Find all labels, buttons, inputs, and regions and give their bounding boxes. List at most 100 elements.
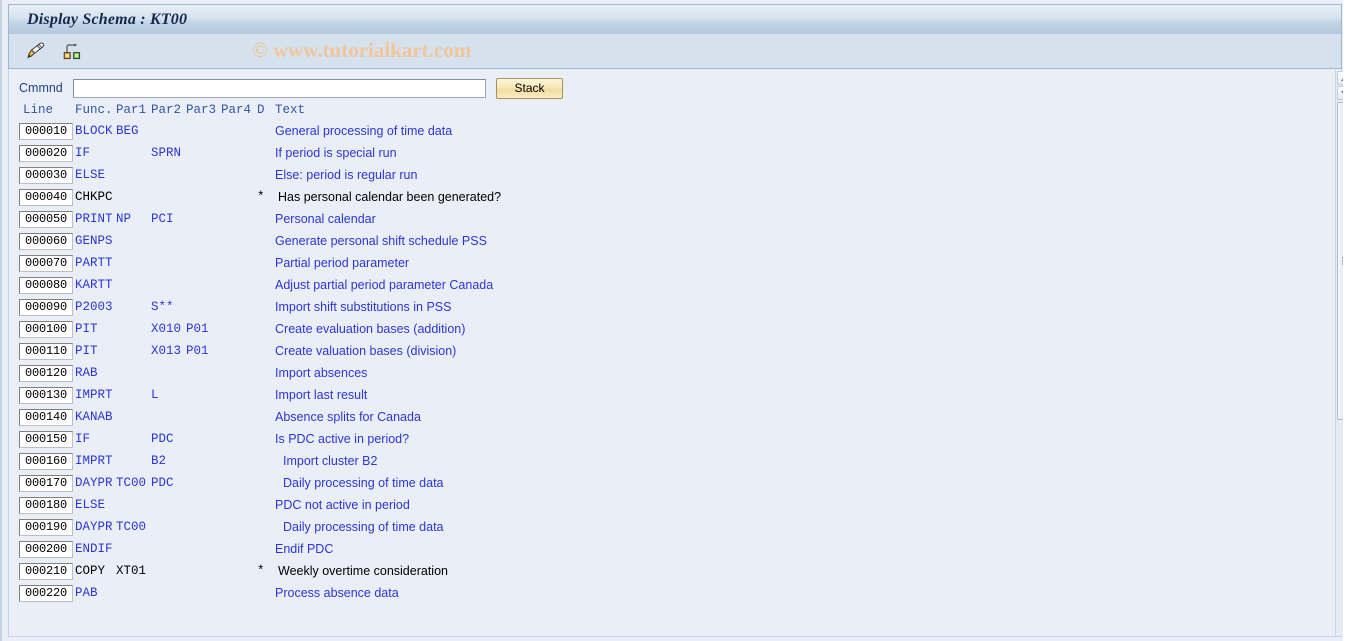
table-row[interactable]: 000160 IMPRT B2 Import cluster B2 <box>9 451 1299 473</box>
command-input[interactable] <box>73 78 486 98</box>
line-number-field[interactable]: 000140 <box>19 409 73 426</box>
cell-func: KARTT <box>75 278 113 292</box>
cell-func: KANAB <box>75 410 113 424</box>
cell-par1: BEG <box>116 124 139 138</box>
cell-text: If period is special run <box>275 146 397 160</box>
cell-func: P2003 <box>75 300 113 314</box>
line-number-field[interactable]: 000120 <box>19 365 73 382</box>
cell-text: General processing of time data <box>275 124 453 138</box>
table-row[interactable]: 000040 CHKPC * Has personal calendar been g… <box>9 187 1299 209</box>
cell-func: RAB <box>75 366 98 380</box>
line-number-field[interactable]: 000160 <box>19 453 73 470</box>
cell-func: PIT <box>75 344 98 358</box>
table-row[interactable]: 000060 GENPS Generate personal shift sched… <box>9 231 1299 253</box>
cell-func: IMPRT <box>75 388 113 402</box>
cell-func: PIT <box>75 322 98 336</box>
table-row[interactable]: 000150 IF PDC Is PDC active in period? <box>9 429 1299 451</box>
cell-func: IF <box>75 146 91 160</box>
cell-text: Is PDC active in period? <box>275 432 410 446</box>
table-row[interactable]: 000130 IMPRT L Import last result <box>9 385 1299 407</box>
table-header-row: Line Func. Par1 Par2 Par3 Par4 D Text <box>9 103 1299 121</box>
cell-par3: P01 <box>186 322 209 336</box>
cell-text: Import last result <box>275 388 368 402</box>
table-row[interactable]: 000140 KANAB Absence splits for Canada <box>9 407 1299 429</box>
line-number-field[interactable]: 000220 <box>19 585 73 602</box>
line-number-field[interactable]: 000130 <box>19 387 73 404</box>
table-row[interactable]: 000090 P2003 S** Import shift substitutions… <box>9 297 1299 319</box>
column-header-line: Line <box>23 103 54 117</box>
line-number-field[interactable]: 000180 <box>19 497 73 514</box>
cell-par1: XT01 <box>116 564 147 578</box>
cell-func: ELSE <box>75 168 106 182</box>
content-pane: Cmmnd Stack Line Func. Par1 Par2 Par3 Pa… <box>8 69 1342 637</box>
cell-func: DAYPR <box>75 476 113 490</box>
cell-func: PRINT <box>75 212 113 226</box>
line-number-field[interactable]: 000030 <box>19 167 73 184</box>
schema-table: Line Func. Par1 Par2 Par3 Par4 D Text 00… <box>9 103 1299 605</box>
cell-text: Import cluster B2 <box>283 454 378 468</box>
line-number-field[interactable]: 000040 <box>19 189 73 206</box>
column-header-par2: Par2 <box>151 103 182 117</box>
cell-text: Adjust partial period parameter Canada <box>275 278 494 292</box>
column-header-par1: Par1 <box>116 103 147 117</box>
cell-par2: PDC <box>151 432 174 446</box>
line-number-field[interactable]: 000200 <box>19 541 73 558</box>
line-number-field[interactable]: 000020 <box>19 145 73 162</box>
line-number-field[interactable]: 000170 <box>19 475 73 492</box>
line-number-field[interactable]: 000150 <box>19 431 73 448</box>
table-row[interactable]: 000010 BLOCK BEG General processing of time… <box>9 121 1299 143</box>
cell-text: Generate personal shift schedule PSS <box>275 234 487 248</box>
cell-text: Daily processing of time data <box>283 476 444 490</box>
cell-par2: X013 <box>151 344 182 358</box>
cell-func: IF <box>75 432 91 446</box>
table-row[interactable]: 000050 PRINT NP PCI Personal calendar <box>9 209 1299 231</box>
table-row[interactable]: 000080 KARTT Adjust partial period paramet… <box>9 275 1299 297</box>
line-number-field[interactable]: 000050 <box>19 211 73 228</box>
cell-d: * <box>257 564 265 578</box>
line-number-field[interactable]: 000190 <box>19 519 73 536</box>
column-header-par3: Par3 <box>186 103 217 117</box>
line-number-field[interactable]: 000100 <box>19 321 73 338</box>
cell-func: ENDIF <box>75 542 113 556</box>
table-row[interactable]: 000210 COPY XT01 * Weekly overtime considera… <box>9 561 1299 583</box>
column-header-text: Text <box>275 103 306 117</box>
command-label: Cmmnd <box>19 81 63 95</box>
page-title: Display Schema : KT00 <box>27 10 188 28</box>
table-row[interactable]: 000180 ELSE PDC not active in period <box>9 495 1299 517</box>
table-row[interactable]: 000020 IF SPRN If period is special run <box>9 143 1299 165</box>
stack-button[interactable]: Stack <box>496 77 563 99</box>
sap-gui-window: Display Schema : KT00 © www.tutorialkart… <box>0 0 1355 641</box>
line-number-field[interactable]: 000090 <box>19 299 73 316</box>
line-number-field[interactable]: 000060 <box>19 233 73 250</box>
cell-par2: SPRN <box>151 146 182 160</box>
window-right-gutter <box>1343 0 1355 641</box>
table-row[interactable]: 000220 PAB Process absence data <box>9 583 1299 605</box>
line-number-field[interactable]: 000080 <box>19 277 73 294</box>
structure-hierarchy-icon[interactable] <box>59 39 85 63</box>
cell-text: Personal calendar <box>275 212 376 226</box>
cell-func: PAB <box>75 586 98 600</box>
cell-func: CHKPC <box>75 190 113 204</box>
table-row[interactable]: 000070 PARTT Partial period parameter <box>9 253 1299 275</box>
table-row[interactable]: 000100 PIT X010 P01 Create evaluation bases … <box>9 319 1299 341</box>
table-row[interactable]: 000110 PIT X013 P01 Create valuation bases (… <box>9 341 1299 363</box>
cell-text: Else: period is regular run <box>275 168 418 182</box>
column-header-par4: Par4 <box>221 103 252 117</box>
line-number-field[interactable]: 000070 <box>19 255 73 272</box>
cell-par2: L <box>151 388 159 402</box>
cell-text: Has personal calendar been generated? <box>278 190 502 204</box>
cell-func: BLOCK <box>75 124 113 138</box>
cell-text: Create valuation bases (division) <box>275 344 457 358</box>
table-row[interactable]: 000120 RAB Import absences <box>9 363 1299 385</box>
cell-func: ELSE <box>75 498 106 512</box>
table-row[interactable]: 000170 DAYPR TC00 PDC Daily processing of ti… <box>9 473 1299 495</box>
line-number-field[interactable]: 000110 <box>19 343 73 360</box>
table-row[interactable]: 000190 DAYPR TC00 Daily processing of time … <box>9 517 1299 539</box>
edit-pencil-icon[interactable] <box>23 39 49 63</box>
line-number-field[interactable]: 000010 <box>19 123 73 140</box>
table-row[interactable]: 000030 ELSE Else: period is regular run <box>9 165 1299 187</box>
line-number-field[interactable]: 000210 <box>19 563 73 580</box>
cell-text: Endif PDC <box>275 542 334 556</box>
cell-par2: X010 <box>151 322 182 336</box>
table-row[interactable]: 000200 ENDIF Endif PDC <box>9 539 1299 561</box>
